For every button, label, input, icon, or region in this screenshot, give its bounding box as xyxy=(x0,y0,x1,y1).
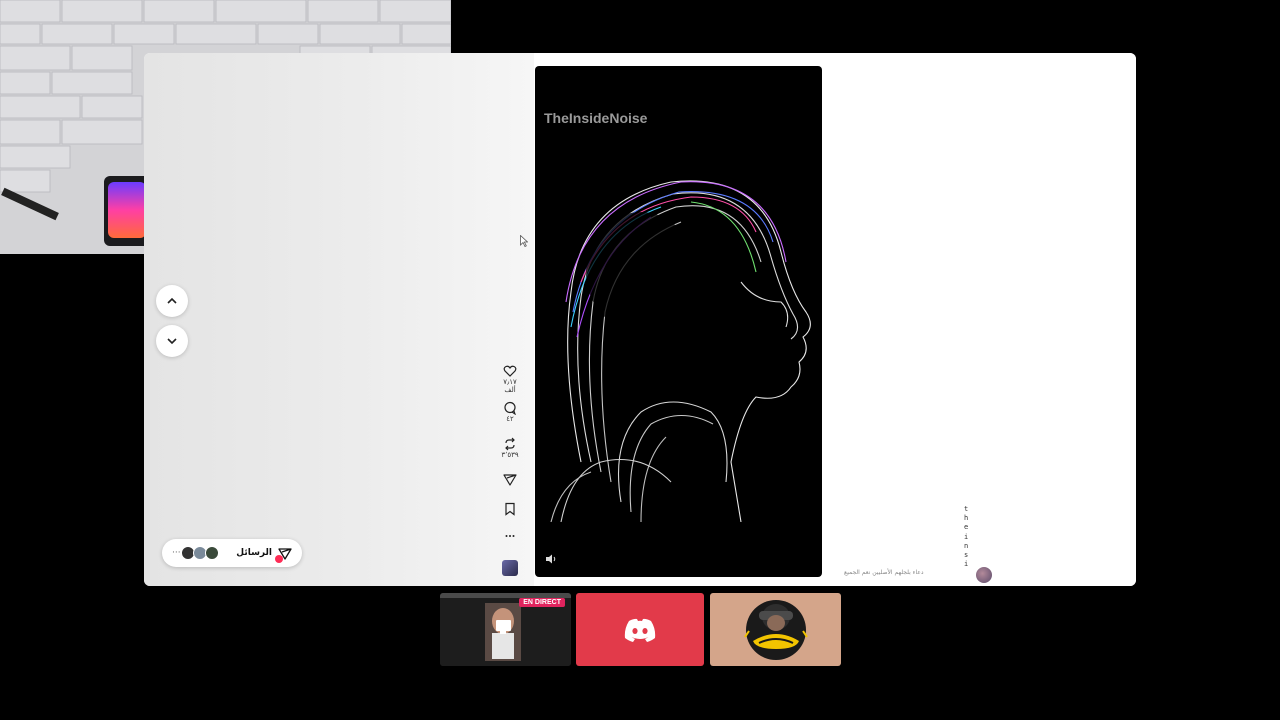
caption-snippet: دعاء بلجلهم الأصليين نعم الجميع xyxy=(844,569,924,576)
creator-handle-vertical: theinsi xyxy=(964,505,969,569)
repost-icon xyxy=(505,437,515,451)
video-player[interactable]: TheInsideNoise xyxy=(535,66,822,577)
messages-label: الرسائل xyxy=(236,548,272,558)
comment-icon xyxy=(504,401,516,415)
discord-tile[interactable] xyxy=(576,593,704,666)
avatar xyxy=(976,567,992,583)
messages-icon-wrap xyxy=(275,546,292,563)
creator-avatar[interactable] xyxy=(502,560,518,576)
messages-more-indicator: ··· xyxy=(172,548,181,558)
feed-right-pane: theinsi دعاء بلجلهم الأصليين نعم الجميع xyxy=(824,53,1136,586)
heart-icon xyxy=(503,365,517,377)
more-options-button[interactable] xyxy=(500,529,520,543)
comment-button[interactable]: ٤٢ xyxy=(500,401,520,423)
reposts-count: ٣٬٥٣٩ xyxy=(501,451,519,459)
video-frame-image xyxy=(550,180,811,522)
channel-logo-tile[interactable] xyxy=(710,593,841,666)
send-icon xyxy=(503,474,517,486)
like-button[interactable]: ٧٫١٧ ألف xyxy=(500,364,520,394)
video-watermark: TheInsideNoise xyxy=(544,110,648,126)
message-avatars: ··· xyxy=(172,546,219,560)
outbalt-logo xyxy=(743,599,808,660)
discord-icon xyxy=(624,618,656,642)
comments-count: ٤٢ xyxy=(506,415,514,423)
chevron-up-icon xyxy=(167,297,177,304)
next-video-button[interactable] xyxy=(156,325,188,357)
chevron-down-icon xyxy=(167,338,177,345)
bookmark-icon xyxy=(505,502,515,516)
previous-video-button[interactable] xyxy=(156,285,188,317)
feed-left-pane: ٧٫١٧ ألف ٤٢ ٣٬٥٣٩ ··· الرسائل xyxy=(144,53,534,586)
avatar xyxy=(204,546,219,560)
speaker-icon[interactable] xyxy=(545,553,557,565)
browser-window: ٧٫١٧ ألف ٤٢ ٣٬٥٣٩ ··· الرسائل TheInsideN… xyxy=(144,53,1136,586)
messages-button[interactable]: ··· الرسائل xyxy=(162,539,302,567)
repost-button[interactable]: ٣٬٥٣٩ xyxy=(500,437,520,459)
live-stream-tile[interactable]: EN DIRECT xyxy=(440,593,571,666)
likes-count: ٧٫١٧ ألف xyxy=(503,378,517,394)
more-horizontal-icon xyxy=(505,535,515,537)
notification-badge xyxy=(275,555,283,563)
share-button[interactable] xyxy=(500,473,520,487)
bookmark-button[interactable] xyxy=(500,502,520,516)
live-badge: EN DIRECT xyxy=(519,598,565,607)
mouse-cursor-icon xyxy=(520,235,528,247)
